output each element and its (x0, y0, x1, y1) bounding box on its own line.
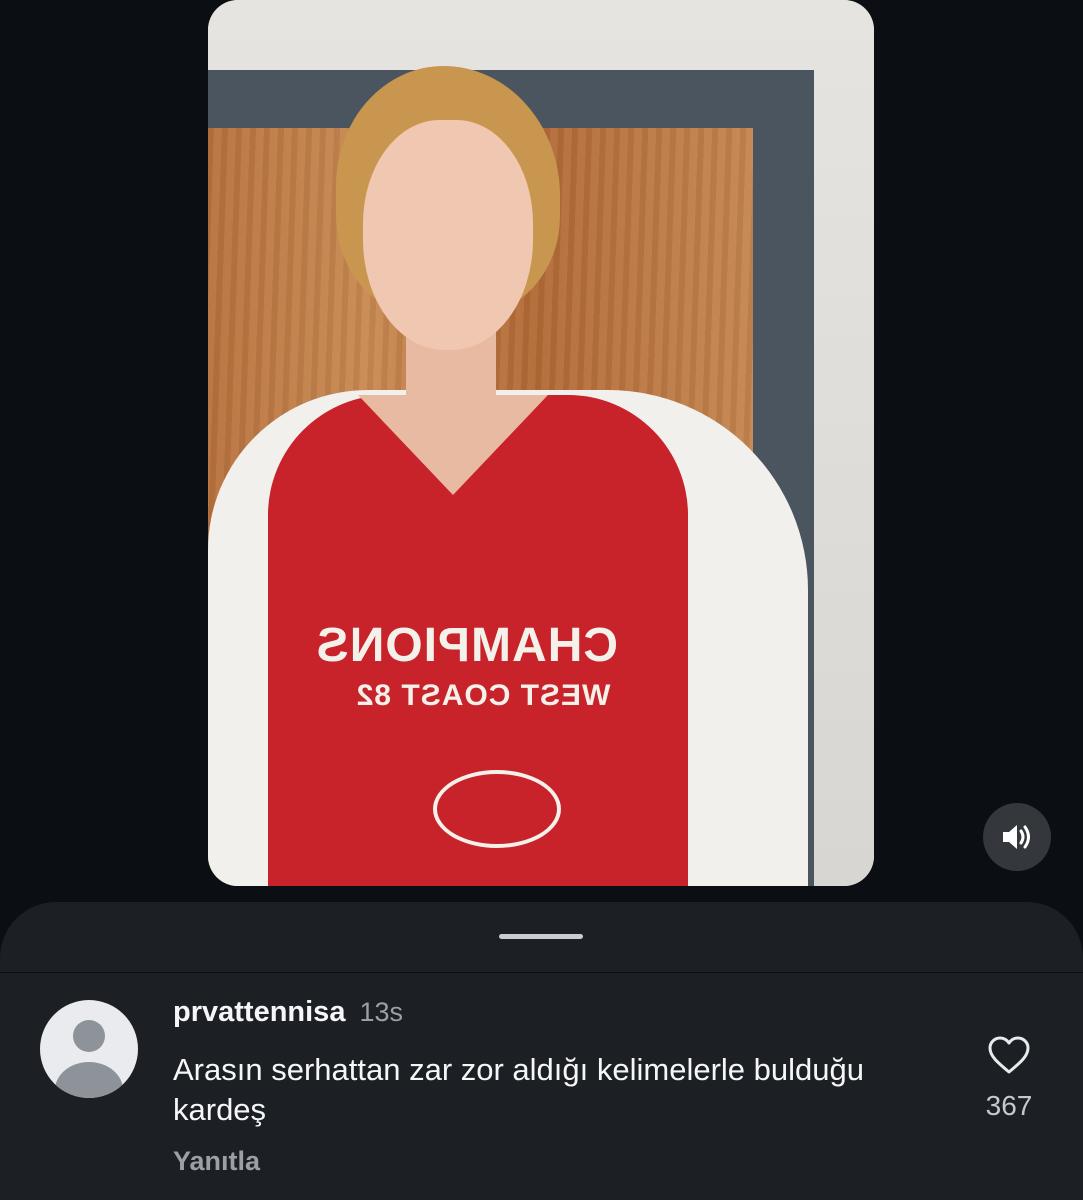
speaker-volume-icon (1003, 825, 1030, 849)
shirt-print: CHAMPIONS WEST COAST 82 (315, 619, 618, 712)
football-emblem (433, 770, 561, 848)
person-in-video: CHAMPIONS WEST COAST 82 (208, 0, 874, 886)
default-avatar-icon[interactable] (40, 1000, 138, 1098)
sheet-divider (0, 972, 1083, 973)
sheet-drag-handle[interactable] (499, 934, 583, 939)
comment-header: prvattennisa 13s (173, 996, 403, 1029)
like-count: 367 (985, 1090, 1033, 1121)
heart-outline-icon[interactable] (987, 1035, 1031, 1075)
reply-button[interactable]: Yanıtla (173, 1146, 260, 1177)
comment-username[interactable]: prvattennisa (173, 996, 345, 1029)
sound-toggle-button[interactable] (983, 803, 1051, 871)
shirt-print-line2: WEST COAST 82 (355, 678, 611, 712)
video-player[interactable]: CHAMPIONS WEST COAST 82 (208, 0, 874, 886)
comment-timestamp: 13s (359, 997, 403, 1027)
shirt-print-line1: CHAMPIONS (315, 619, 618, 672)
comment-text: Arasın serhattan zar zor aldığı kelimele… (173, 1052, 864, 1127)
